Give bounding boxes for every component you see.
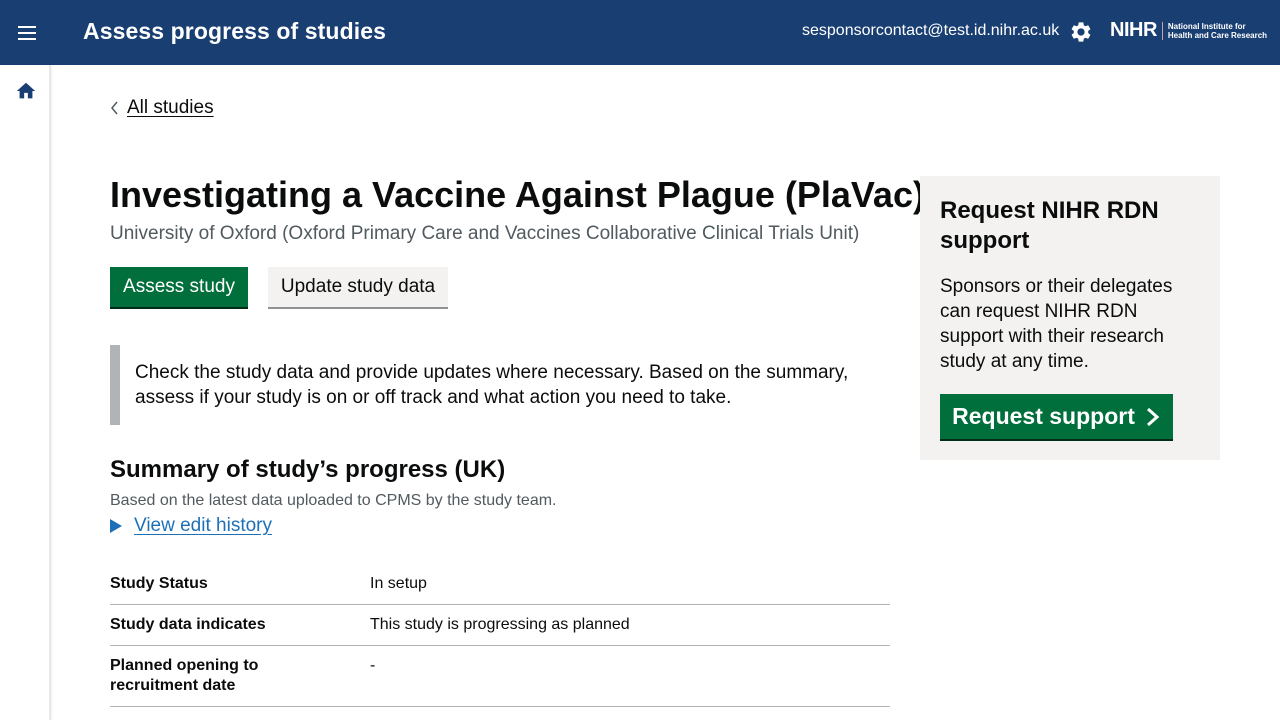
summary-list: Study Status In setup Study data indicat… bbox=[110, 564, 890, 707]
back-link-all-studies[interactable]: All studies bbox=[110, 97, 214, 119]
back-link-label: All studies bbox=[127, 97, 214, 118]
request-support-heading: Request NIHR RDN support bbox=[940, 197, 1159, 254]
summary-value: This study is progressing as planned bbox=[370, 616, 630, 633]
request-support-button[interactable]: Request support bbox=[940, 394, 1173, 439]
logo-text: National Institute for Health and Care R… bbox=[1167, 21, 1268, 40]
logo-divider bbox=[1161, 21, 1163, 40]
request-support-text: Sponsors or their delegates can request … bbox=[940, 276, 1173, 372]
chevron-left-icon bbox=[111, 101, 118, 115]
side-navigation bbox=[0, 65, 51, 720]
view-edit-history-toggle[interactable]: View edit history bbox=[110, 515, 272, 537]
summary-heading: Summary of study’s progress (UK) bbox=[110, 456, 506, 483]
summary-key: Planned opening to recruitment date bbox=[110, 657, 259, 694]
request-support-label: Request support bbox=[952, 403, 1135, 429]
summary-key: Study Status bbox=[110, 575, 208, 592]
nihr-logo[interactable]: NIHR National Institute for Health and C… bbox=[1110, 19, 1267, 42]
user-email: sesponsorcontact@test.id.nihr.ac.uk bbox=[802, 22, 1060, 39]
gear-icon[interactable] bbox=[1069, 20, 1093, 44]
home-icon[interactable] bbox=[15, 80, 37, 102]
chevron-right-icon bbox=[1146, 407, 1160, 426]
menu-icon[interactable] bbox=[14, 20, 40, 46]
summary-key: Study data indicates bbox=[110, 616, 266, 633]
request-support-panel: Request NIHR RDN support Sponsors or the… bbox=[920, 176, 1220, 460]
app-title[interactable]: Assess progress of studies bbox=[83, 18, 386, 45]
summary-value: - bbox=[370, 657, 376, 674]
summary-row: Planned opening to recruitment date - bbox=[110, 646, 890, 707]
study-organisation: University of Oxford (Oxford Primary Car… bbox=[110, 223, 860, 244]
inset-text: Check the study data and provide updates… bbox=[110, 345, 890, 425]
summary-hint: Based on the latest data uploaded to CPM… bbox=[110, 492, 557, 509]
summary-value: In setup bbox=[370, 575, 427, 592]
summary-row: Study Status In setup bbox=[110, 564, 890, 605]
update-study-data-button[interactable]: Update study data bbox=[268, 267, 448, 307]
study-title: Investigating a Vaccine Against Plague (… bbox=[110, 174, 925, 215]
logo-mark: NIHR bbox=[1110, 19, 1157, 41]
triangle-right-icon bbox=[110, 519, 122, 533]
summary-row: Study data indicates This study is progr… bbox=[110, 605, 890, 646]
assess-study-button[interactable]: Assess study bbox=[110, 267, 248, 307]
top-header: Assess progress of studies sesponsorcont… bbox=[0, 0, 1280, 65]
view-edit-history-label: View edit history bbox=[134, 515, 272, 536]
